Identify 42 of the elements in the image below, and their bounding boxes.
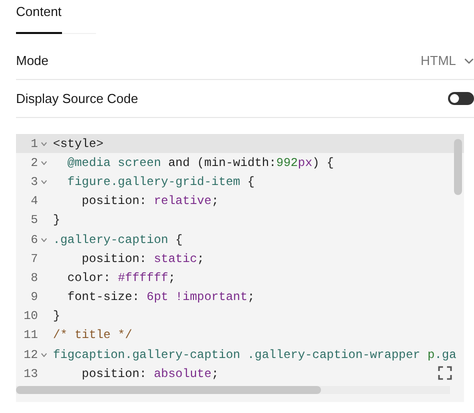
code-line: figcaption.gallery-caption .gallery-caption-wrapper p.ga	[52, 346, 458, 364]
code-line: }	[52, 212, 62, 230]
code-line: }	[52, 308, 62, 326]
chevron-down-icon	[464, 58, 474, 64]
mode-dropdown[interactable]: HTML	[420, 50, 474, 70]
line-number: 10	[24, 308, 38, 326]
toggle-switch[interactable]	[448, 92, 474, 105]
setting-label: Mode	[16, 52, 49, 70]
code-editor[interactable]	[16, 134, 464, 402]
line-number: 3	[30, 174, 38, 191]
code-line: <style>	[52, 136, 104, 153]
content-tab[interactable]: Content	[16, 0, 62, 34]
horizontal-scrollbar[interactable]	[16, 386, 450, 394]
fold-caret-icon[interactable]	[40, 238, 46, 242]
code-line: position: relative;	[80, 193, 220, 210]
code-line: position: static;	[80, 250, 206, 268]
code-line: figure.gallery-grid-item {	[66, 174, 256, 191]
code-line: /* title */	[52, 327, 134, 344]
line-number: 1	[30, 136, 38, 153]
fullscreen-icon[interactable]	[438, 366, 452, 380]
code-line: position: absolute;	[80, 366, 220, 383]
line-number: 4	[30, 193, 38, 210]
fold-caret-icon[interactable]	[40, 160, 46, 165]
line-number: 9	[30, 289, 38, 306]
fold-caret-icon[interactable]	[40, 142, 46, 146]
code-line: .gallery-caption {	[52, 232, 184, 249]
line-number: 7	[30, 250, 38, 268]
fold-caret-icon[interactable]	[40, 180, 46, 184]
line-number: 13	[24, 366, 38, 383]
line-number: 2	[30, 154, 38, 172]
line-number: 12	[24, 346, 38, 364]
line-number: 6	[30, 232, 38, 249]
scrollbar-thumb[interactable]	[16, 386, 321, 394]
code-line: font-size: 6pt !important;	[66, 289, 256, 306]
line-number: 5	[30, 212, 38, 230]
code-line: color: #ffffff;	[66, 270, 176, 287]
code-line: @media screen and (min-width:992px) {	[66, 154, 335, 172]
vertical-scrollbar-thumb[interactable]	[454, 139, 462, 195]
line-number: 11	[24, 327, 38, 344]
line-number: 8	[30, 270, 38, 287]
setting-label: Display Source Code	[16, 90, 138, 108]
fold-caret-icon[interactable]	[40, 352, 46, 357]
